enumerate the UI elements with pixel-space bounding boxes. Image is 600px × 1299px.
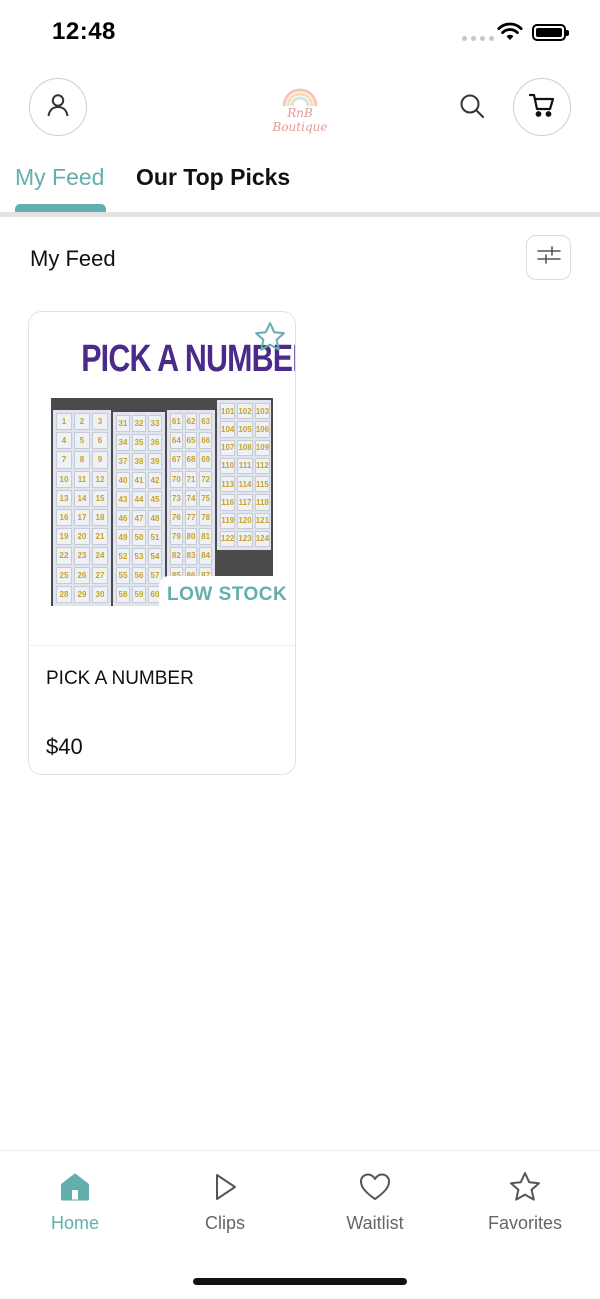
- product-name: PICK A NUMBER: [46, 668, 194, 689]
- rainbow-icon: [282, 88, 318, 107]
- heart-icon: [357, 1169, 393, 1205]
- tab-divider: [0, 212, 600, 217]
- tab-my-feed[interactable]: My Feed: [15, 164, 104, 191]
- nav-waitlist-label: Waitlist: [346, 1213, 404, 1233]
- nav-home[interactable]: Home: [0, 1151, 150, 1251]
- number-board: 31 32 33 34 35 36 37 38 39 40 41 42 43 44 45 46 47 48 49 50…: [113, 412, 165, 606]
- product-photo: 1 2 3 4 5 6 7 8 9 10 11 12 13 14 15 16 17 18 19 20 21 22 23 24 2…: [51, 398, 273, 606]
- product-price: $40: [46, 734, 83, 759]
- wifi-icon: [497, 22, 523, 47]
- cart-icon: [528, 91, 556, 124]
- bottom-nav: Home Clips Waitlist Favorites: [0, 1150, 600, 1299]
- nav-clips-label: Clips: [204, 1213, 245, 1233]
- star-icon: [507, 1169, 543, 1205]
- home-indicator: [193, 1278, 407, 1285]
- sliders-icon: [536, 244, 562, 271]
- status-time: 12:48: [52, 18, 116, 45]
- cart-button[interactable]: [513, 78, 571, 136]
- signal-icon: [462, 36, 494, 41]
- nav-favorites-label: Favorites: [487, 1213, 563, 1233]
- favorite-button[interactable]: [251, 320, 289, 358]
- home-icon: [57, 1169, 93, 1205]
- product-image[interactable]: PICK A NUMBER 1 2 3 4 5 6 7 8 9 10 11 12 13 14 15 16 17 1…: [29, 312, 296, 645]
- play-icon: [207, 1169, 243, 1205]
- boutique-logo[interactable]: RnB Boutique: [258, 84, 342, 134]
- logo-text: RnB Boutique: [272, 106, 328, 134]
- person-icon: [45, 92, 71, 123]
- battery-icon: [532, 24, 569, 41]
- app-header: RnB Boutique: [0, 78, 600, 138]
- active-tab-indicator: [15, 204, 106, 212]
- account-button[interactable]: [29, 78, 87, 136]
- number-board: 101 102 103 104 105 106 107 108 109 110 111 112 113 1…: [217, 400, 271, 550]
- low-stock-badge: LOW STOCK: [159, 576, 294, 608]
- status-bar: 12:48: [0, 0, 600, 66]
- nav-waitlist[interactable]: Waitlist: [300, 1151, 450, 1251]
- card-divider: [29, 645, 295, 646]
- search-button[interactable]: [453, 89, 491, 127]
- tab-our-top-picks[interactable]: Our Top Picks: [136, 164, 290, 191]
- search-icon: [458, 92, 486, 125]
- product-card[interactable]: PICK A NUMBER 1 2 3 4 5 6 7 8 9 10 11 12 13 14 15 16 17 1…: [28, 311, 296, 775]
- product-image-title: PICK A NUMBER: [81, 338, 296, 380]
- feed-tabs: My Feed Our Top Picks: [0, 160, 600, 219]
- section-title: My Feed: [30, 246, 116, 271]
- number-board: 1 2 3 4 5 6 7 8 9 10 11 12 13 14 15 16 17 18 19 20 21 22 23 24 2…: [53, 410, 111, 606]
- nav-clips[interactable]: Clips: [150, 1151, 300, 1251]
- filter-button[interactable]: [526, 235, 571, 280]
- nav-favorites[interactable]: Favorites: [450, 1151, 600, 1251]
- star-icon: [253, 320, 287, 359]
- nav-home-label: Home: [50, 1213, 99, 1233]
